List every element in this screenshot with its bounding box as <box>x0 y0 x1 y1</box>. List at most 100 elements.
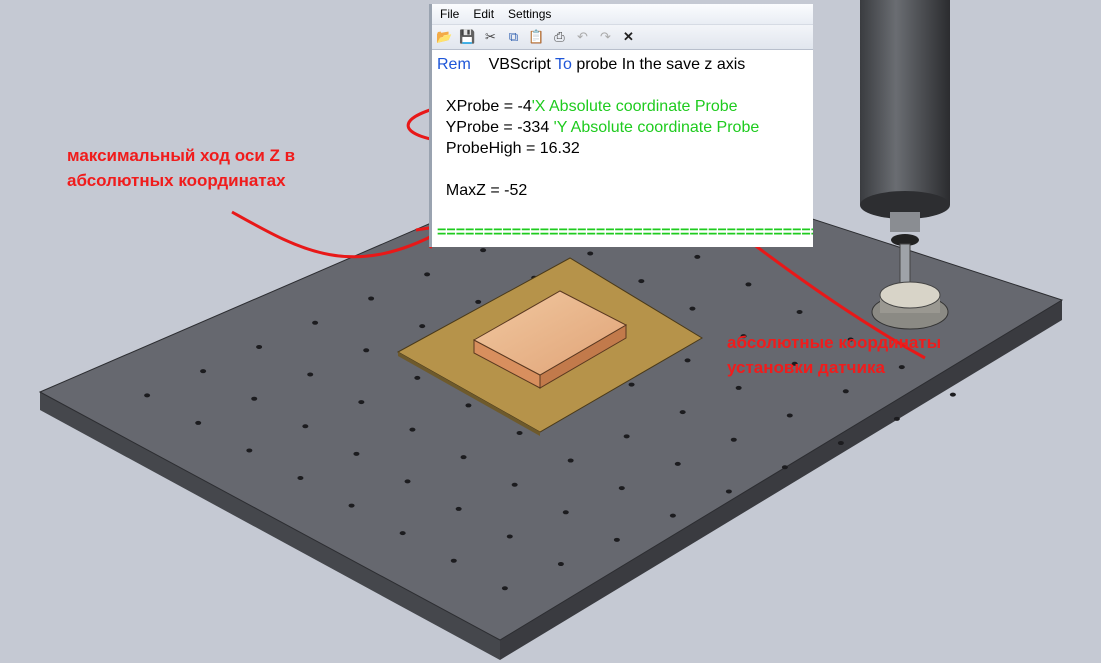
table-hole <box>679 410 686 415</box>
table-hole <box>623 434 630 439</box>
copy-icon[interactable]: ⧉ <box>505 29 522 46</box>
table-hole <box>363 348 370 353</box>
close-icon[interactable]: ✕ <box>620 29 637 46</box>
code-line: ========================================… <box>437 222 813 243</box>
table-hole <box>465 403 472 408</box>
comment-text: 'Y Absolute coordinate Probe <box>553 119 760 136</box>
table-hole <box>307 372 314 377</box>
open-folder-icon[interactable]: 📂 <box>436 29 453 46</box>
menu-file[interactable]: File <box>440 7 459 21</box>
code-area[interactable]: Rem VBScript To probe In the save z axis… <box>432 50 813 243</box>
code-text: ProbeHigh = 16.32 <box>437 140 580 157</box>
table-hole <box>730 437 737 442</box>
table-hole <box>837 441 844 446</box>
table-hole <box>567 458 574 463</box>
code-text: XProbe = -4 <box>437 98 532 115</box>
table-hole <box>562 510 569 515</box>
annotation-max-z: максимальный ход оси Z в абсолютных коор… <box>67 143 295 193</box>
table-hole <box>506 534 513 539</box>
table-hole <box>460 455 467 460</box>
table-hole <box>414 375 421 380</box>
code-line: XProbe = -4'X Absolute coordinate Probe <box>437 96 813 117</box>
table-hole <box>786 413 793 418</box>
table-hole <box>480 248 487 253</box>
annotation-line: абсолютных координатах <box>67 171 286 190</box>
table-hole <box>796 309 803 314</box>
script-editor-window: File Edit Settings 📂 💾 ✂ ⧉ 📋 ⎙ ↶ ↷ ✕ Rem… <box>429 4 813 247</box>
table-hole <box>949 392 956 397</box>
code-line: Rem VBScript To probe In the save z axis <box>437 54 813 75</box>
table-hole <box>557 562 564 567</box>
table-hole <box>312 320 319 325</box>
code-text: YProbe = -334 <box>437 119 554 136</box>
table-hole <box>348 503 355 508</box>
undo-icon[interactable]: ↶ <box>574 29 591 46</box>
toolbar: 📂 💾 ✂ ⧉ 📋 ⎙ ↶ ↷ ✕ <box>432 25 813 50</box>
table-hole <box>302 424 309 429</box>
table-hole <box>745 282 752 287</box>
code-text: probe In the save z axis <box>571 56 746 73</box>
table-hole <box>424 272 431 277</box>
table-hole <box>399 531 406 536</box>
code-line: YProbe = -334 'Y Absolute coordinate Pro… <box>437 117 813 138</box>
table-hole <box>409 427 416 432</box>
table-hole <box>501 586 508 591</box>
table-hole <box>353 451 360 456</box>
table-hole <box>455 506 462 511</box>
table-hole <box>368 296 375 301</box>
comment-text: 'X Absolute coordinate Probe <box>531 98 738 115</box>
code-text: VBScript <box>470 56 555 73</box>
tool-sensor <box>871 281 949 330</box>
save-icon[interactable]: 💾 <box>459 29 476 46</box>
table-hole <box>735 385 742 390</box>
cut-icon[interactable]: ✂ <box>482 29 499 46</box>
redo-icon[interactable]: ↷ <box>597 29 614 46</box>
print-icon[interactable]: ⎙ <box>551 29 568 46</box>
table-hole <box>256 344 263 349</box>
code-text: MaxZ = -52 <box>437 182 528 199</box>
table-hole <box>842 389 849 394</box>
table-hole <box>628 382 635 387</box>
menu-settings[interactable]: Settings <box>508 7 551 21</box>
table-hole <box>511 482 518 487</box>
table-hole <box>684 358 691 363</box>
annotation-line: абсолютные координаты <box>727 333 942 352</box>
table-hole <box>725 489 732 494</box>
table-hole <box>689 306 696 311</box>
table-hole <box>613 537 620 542</box>
table-hole <box>516 430 523 435</box>
table-hole <box>246 448 253 453</box>
table-hole <box>475 299 482 304</box>
menu-edit[interactable]: Edit <box>473 7 494 21</box>
table-hole <box>669 513 676 518</box>
table-hole <box>450 558 457 563</box>
annotation-line: максимальный ход оси Z в <box>67 146 296 165</box>
table-hole <box>638 279 645 284</box>
table-hole <box>893 416 900 421</box>
table-hole <box>200 369 207 374</box>
table-hole <box>781 465 788 470</box>
table-hole <box>618 486 625 491</box>
code-line: ProbeHigh = 16.32 <box>437 138 813 159</box>
table-hole <box>694 254 701 259</box>
annotation-sensor-coords: абсолютные координаты установки датчика <box>727 330 941 380</box>
keyword: Rem <box>437 56 471 73</box>
table-hole <box>195 420 202 425</box>
table-hole <box>674 461 681 466</box>
annotation-line: установки датчика <box>727 358 885 377</box>
table-hole <box>358 400 365 405</box>
comment-separator: ========================================… <box>437 224 813 241</box>
keyword: To <box>554 56 572 73</box>
table-hole <box>404 479 411 484</box>
paste-icon[interactable]: 📋 <box>528 29 545 46</box>
code-line: MaxZ = -52 <box>437 180 813 201</box>
table-hole <box>419 324 426 329</box>
menu-bar: File Edit Settings <box>432 4 813 25</box>
table-hole <box>297 476 304 481</box>
table-hole <box>251 396 258 401</box>
table-hole <box>587 251 594 256</box>
table-hole <box>144 393 151 398</box>
